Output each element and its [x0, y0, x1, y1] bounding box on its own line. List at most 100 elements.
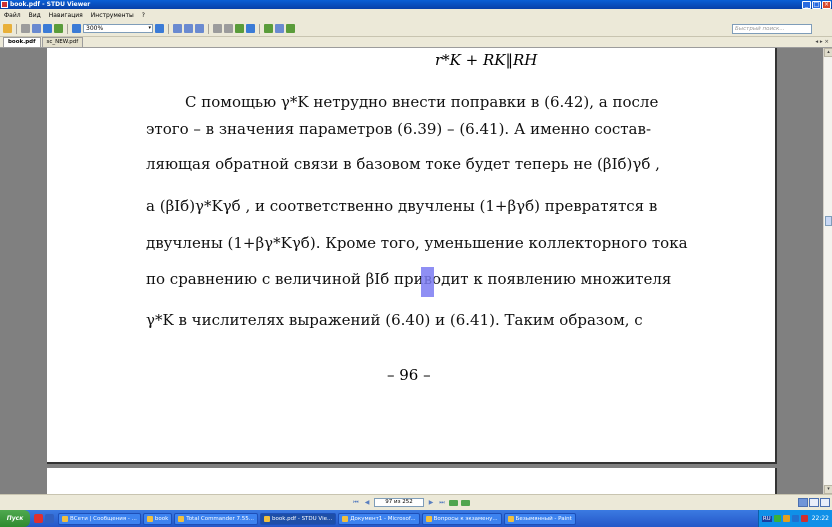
word-icon — [425, 515, 432, 522]
taskbar-item[interactable]: ВСети | Сообщения - ... — [58, 512, 141, 525]
quick-search-input[interactable]: Быстрый поиск... — [732, 24, 812, 34]
zoom-value: 300% — [86, 25, 104, 32]
tray-icon[interactable] — [800, 515, 808, 522]
toolbar-separator — [208, 23, 209, 34]
task-label: Вопросы к экзамену... — [433, 515, 498, 522]
close-button[interactable]: × — [822, 0, 831, 9]
history-forward-icon[interactable] — [461, 499, 470, 506]
taskbar-item[interactable]: Вопросы к экзамену... — [421, 512, 502, 525]
export-icon[interactable] — [43, 24, 52, 33]
text-cursor-highlight — [421, 267, 434, 297]
taskbar-item[interactable]: Документ1 - Microsof... — [338, 512, 420, 525]
taskbar-item[interactable]: Безымянный - Paint — [503, 512, 576, 525]
minimize-button[interactable]: _ — [802, 0, 811, 9]
paragraph-line: а (βIб)γ*Kγб , и соответственно двучлены… — [146, 197, 658, 215]
bookmark-icon[interactable] — [54, 24, 63, 33]
language-indicator[interactable]: RU — [761, 515, 772, 522]
fit-page-icon[interactable] — [173, 24, 182, 33]
zoom-in-icon[interactable] — [155, 24, 164, 33]
menu-file[interactable]: Файл — [4, 12, 21, 19]
scroll-down-icon[interactable]: ▾ — [824, 485, 832, 494]
tab-label: sc_NEW.pdf — [46, 39, 79, 45]
properties-icon[interactable] — [32, 24, 41, 33]
quick-launch — [34, 514, 54, 523]
snapshot-icon[interactable] — [235, 24, 244, 33]
vertical-scrollbar[interactable]: ▴ ▾ — [823, 48, 832, 494]
taskbar: Пуск ВСети | Сообщения - ... book Total … — [0, 510, 832, 527]
paint-icon — [507, 515, 514, 522]
rotate-icon[interactable] — [286, 24, 295, 33]
title-bar: book.pdf - STDU Viewer _ □ × — [0, 0, 832, 9]
first-page-icon[interactable]: ⏮ — [352, 499, 360, 507]
clock: 22:22 — [811, 515, 829, 522]
start-button[interactable]: Пуск — [0, 510, 30, 527]
menu-bar: Файл Вид Навигация Инструменты ? — [0, 9, 832, 21]
toolbar-separator — [259, 23, 260, 34]
tray-icon[interactable] — [791, 515, 799, 522]
task-label: ВСети | Сообщения - ... — [70, 515, 137, 522]
single-page-mode-icon[interactable] — [798, 498, 808, 507]
tray-icon[interactable] — [782, 515, 790, 522]
word-icon — [342, 515, 349, 522]
pdf-next-page — [47, 468, 777, 494]
menu-tools[interactable]: Инструменты — [91, 12, 134, 19]
document-viewer[interactable]: r*K + RK‖RH С помощью γ*K нетрудно внест… — [0, 48, 823, 494]
scroll-up-icon[interactable]: ▴ — [824, 48, 832, 57]
view-modes — [798, 498, 830, 507]
taskbar-item[interactable]: book.pdf - STDU Vie... — [260, 512, 337, 525]
toolbar-separator — [168, 23, 169, 34]
paragraph-line: С помощью γ*K нетрудно внести поправки в… — [185, 93, 659, 111]
navigation-bar: ⏮ ◀ 97 из 252 ▶ ⏭ — [0, 494, 832, 510]
print-icon[interactable] — [21, 24, 30, 33]
text-select-icon[interactable] — [224, 24, 233, 33]
find-icon[interactable] — [246, 24, 255, 33]
paragraph-line: двучлены (1+βγ*Kγб). Кроме того, уменьше… — [146, 234, 688, 252]
page-navigation: ⏮ ◀ 97 из 252 ▶ ⏭ — [352, 498, 470, 507]
formula-top: r*K + RK‖RH — [435, 51, 538, 69]
opera-icon[interactable] — [34, 514, 43, 523]
app-icon — [1, 1, 8, 8]
menu-help[interactable]: ? — [142, 12, 145, 19]
scroll-thumb[interactable] — [825, 216, 832, 226]
chevron-down-icon: ▾ — [148, 25, 151, 31]
quick-launch-icon[interactable] — [45, 514, 54, 523]
open-icon[interactable] — [3, 24, 12, 33]
menu-navigation[interactable]: Навигация — [49, 12, 83, 19]
facing-mode-icon[interactable] — [820, 498, 830, 507]
toolbar-separator — [16, 23, 17, 34]
menu-view[interactable]: Вид — [29, 12, 41, 19]
fit-width-icon[interactable] — [184, 24, 193, 33]
task-icon — [62, 515, 68, 522]
page-layout-icon[interactable] — [275, 24, 284, 33]
tab-bar: book.pdf sc_NEW.pdf ◂ ▸ × — [0, 37, 832, 48]
paragraph-line: ляющая обратной связи в базовом токе буд… — [146, 155, 660, 173]
back-icon[interactable] — [264, 24, 273, 33]
continuous-mode-icon[interactable] — [809, 498, 819, 507]
page-indicator-input[interactable]: 97 из 252 — [374, 498, 424, 507]
page-number: – 96 – — [387, 366, 431, 384]
toolbar-separator — [67, 23, 68, 34]
fit-height-icon[interactable] — [195, 24, 204, 33]
taskbar-item[interactable]: Total Commander 7.55... — [174, 512, 259, 525]
tab-label: book.pdf — [8, 39, 36, 45]
paragraph-line: γ*K в числителях выражений (6.40) и (6.4… — [146, 311, 643, 329]
task-label: Безымянный - Paint — [515, 515, 572, 522]
taskbar-item[interactable]: book — [142, 512, 173, 525]
tray-icon[interactable] — [773, 515, 781, 522]
prev-page-icon[interactable]: ◀ — [363, 499, 371, 507]
tab-sc-new-pdf[interactable]: sc_NEW.pdf — [41, 37, 84, 47]
tab-navigation[interactable]: ◂ ▸ × — [815, 39, 829, 45]
maximize-button[interactable]: □ — [812, 0, 821, 9]
tab-book-pdf[interactable]: book.pdf — [3, 37, 41, 47]
task-icon — [178, 515, 185, 522]
system-tray: RU 22:22 — [757, 510, 832, 527]
history-back-icon[interactable] — [449, 499, 458, 506]
next-page-icon[interactable]: ▶ — [427, 499, 435, 507]
zoom-out-icon[interactable] — [72, 24, 81, 33]
window-title: book.pdf - STDU Viewer — [10, 1, 91, 8]
last-page-icon[interactable]: ⏭ — [438, 499, 446, 507]
toolbar: 300% ▾ Быстрый поиск... — [0, 21, 832, 37]
zoom-select[interactable]: 300% ▾ — [83, 24, 153, 33]
hand-tool-icon[interactable] — [213, 24, 222, 33]
task-label: Документ1 - Microsof... — [350, 515, 416, 522]
